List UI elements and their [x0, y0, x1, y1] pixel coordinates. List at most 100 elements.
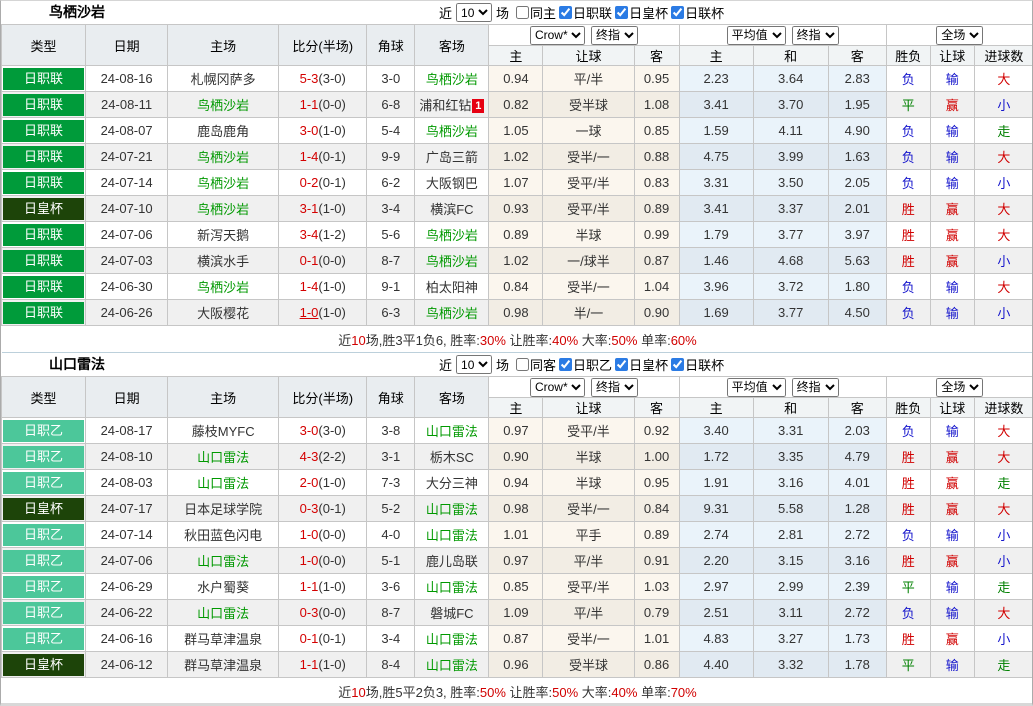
outcome-result-cell: 负: [886, 300, 930, 326]
league-filter[interactable]: 日联杯: [671, 355, 724, 374]
europe-odds-type-select[interactable]: 平均值: [727, 26, 786, 45]
fulltime-score: 3-0: [300, 123, 319, 138]
score-cell: 1-4(1-0): [279, 274, 367, 300]
handicap-cell: 平/半: [543, 66, 634, 92]
league-filter[interactable]: 日联杯: [671, 3, 724, 22]
same-venue-filter[interactable]: 同主: [516, 3, 556, 22]
handicap-cell: 受半/一: [543, 496, 634, 522]
table-row: 日皇杯24-06-12群马草津温泉1-1(1-0)8-4山口雷法0.96受半球0…: [2, 652, 1033, 678]
scope-select[interactable]: 全场: [936, 26, 983, 45]
fulltime-score: 4-3: [300, 449, 319, 464]
avg-draw-cell: 3.11: [753, 600, 828, 626]
date-cell: 24-07-10: [86, 196, 168, 222]
avg-draw-cell: 3.99: [753, 144, 828, 170]
score-cell: 1-4(0-1): [279, 144, 367, 170]
handicap-result-cell: 输: [930, 574, 974, 600]
company-stage-select[interactable]: 终指: [591, 378, 638, 397]
away-team-cell: 山口雷法: [415, 496, 489, 522]
company-stage-select[interactable]: 终指: [591, 26, 638, 45]
same-venue-checkbox[interactable]: [516, 358, 529, 371]
odds-company-select[interactable]: Crow*: [530, 26, 585, 45]
avg-draw-cell: 3.37: [753, 196, 828, 222]
avg-home-cell: 2.23: [679, 66, 753, 92]
avg-draw-cell: 3.31: [753, 418, 828, 444]
league-badge: 日职乙: [3, 472, 84, 494]
home-odds-cell: 0.84: [489, 274, 543, 300]
corner-cell: 3-4: [367, 626, 415, 652]
league-filter-checkbox[interactable]: [615, 6, 628, 19]
home-odds-cell: 0.85: [489, 574, 543, 600]
same-venue-filter[interactable]: 同客: [516, 355, 556, 374]
score-cell: 1-0(0-0): [279, 548, 367, 574]
away-odds-cell: 0.88: [634, 144, 679, 170]
league-filter-checkbox[interactable]: [559, 358, 572, 371]
league-cell: 日职联: [2, 222, 86, 248]
fulltime-score: 3-1: [300, 201, 319, 216]
recent-count-select[interactable]: 10: [456, 3, 492, 22]
home-team-cell: 山口雷法: [168, 548, 279, 574]
europe-odds-type-select[interactable]: 平均值: [727, 378, 786, 397]
summary-segment: 场,胜5平2负3, 胜率:: [366, 685, 480, 700]
table-row: 日职乙24-06-29水户蜀葵1-1(1-0)3-6山口雷法0.85受平/半1.…: [2, 574, 1033, 600]
league-filter-checkbox[interactable]: [615, 358, 628, 371]
away-team-cell: 鸟栖沙岩: [415, 222, 489, 248]
league-badge: 日职联: [3, 224, 84, 246]
scope-select[interactable]: 全场: [936, 378, 983, 397]
league-filter-label: 日职乙: [573, 355, 612, 374]
odds-company-select[interactable]: Crow*: [530, 378, 585, 397]
europe-stage-select[interactable]: 终指: [792, 378, 839, 397]
summary-segment: 40%: [552, 333, 578, 348]
handicap-cell: 一/球半: [543, 248, 634, 274]
league-cell: 日职乙: [2, 470, 86, 496]
avg-draw-cell: 5.58: [753, 496, 828, 522]
date-cell: 24-07-06: [86, 548, 168, 574]
filters-bar: 近10场同客日职乙日皇杯日联杯: [439, 353, 724, 376]
handicap-result-cell: 赢: [930, 248, 974, 274]
league-filter[interactable]: 日职乙: [559, 355, 612, 374]
subcol-header: 和: [753, 46, 828, 66]
avg-home-cell: 3.40: [679, 418, 753, 444]
home-team-cell: 鸟栖沙岩: [168, 170, 279, 196]
away-team-name: 鸟栖沙岩: [426, 254, 478, 269]
away-odds-cell: 0.87: [634, 248, 679, 274]
league-filter-checkbox[interactable]: [559, 6, 572, 19]
europe-odds-header: 平均值终指: [679, 25, 886, 46]
league-cell: 日职联: [2, 118, 86, 144]
goals-result-cell: 大: [974, 66, 1033, 92]
avg-draw-cell: 3.32: [753, 652, 828, 678]
away-team-cell: 鸟栖沙岩: [415, 248, 489, 274]
date-cell: 24-08-03: [86, 470, 168, 496]
matches-table: 类型日期主场比分(半场)角球客场Crow*终指平均值终指全场主让球客主和客胜负让…: [1, 376, 1033, 705]
table-row: 日职联24-08-11鸟栖沙岩1-1(0-0)6-8浦和红钻10.82受半球1.…: [2, 92, 1033, 118]
fulltime-score: 1-0: [300, 305, 319, 320]
league-filter[interactable]: 日职联: [559, 3, 612, 22]
recent-count-select[interactable]: 10: [456, 355, 492, 374]
league-filter[interactable]: 日皇杯: [615, 355, 668, 374]
home-odds-cell: 0.98: [489, 496, 543, 522]
home-odds-cell: 0.98: [489, 300, 543, 326]
score-cell: 3-4(1-2): [279, 222, 367, 248]
away-odds-cell: 0.89: [634, 522, 679, 548]
date-cell: 24-08-10: [86, 444, 168, 470]
league-filter-checkbox[interactable]: [671, 358, 684, 371]
handicap-result-cell: 输: [930, 600, 974, 626]
outcome-result-cell: 胜: [886, 444, 930, 470]
date-cell: 24-07-06: [86, 222, 168, 248]
league-cell: 日职联: [2, 274, 86, 300]
league-filter-checkbox[interactable]: [671, 6, 684, 19]
outcome-result-cell: 胜: [886, 248, 930, 274]
europe-stage-select[interactable]: 终指: [792, 26, 839, 45]
summary-segment: 10: [351, 685, 365, 700]
league-filter[interactable]: 日皇杯: [615, 3, 668, 22]
league-badge: 日职乙: [3, 576, 84, 598]
corner-cell: 3-4: [367, 196, 415, 222]
summary-segment: 近: [338, 333, 351, 348]
avg-away-cell: 1.80: [828, 274, 886, 300]
handicap-result-cell: 输: [930, 66, 974, 92]
games-label: 场: [496, 355, 509, 374]
corner-cell: 5-6: [367, 222, 415, 248]
away-team-cell: 柏太阳神: [415, 274, 489, 300]
date-cell: 24-08-17: [86, 418, 168, 444]
same-venue-checkbox[interactable]: [516, 6, 529, 19]
summary-segment: 10: [351, 333, 365, 348]
